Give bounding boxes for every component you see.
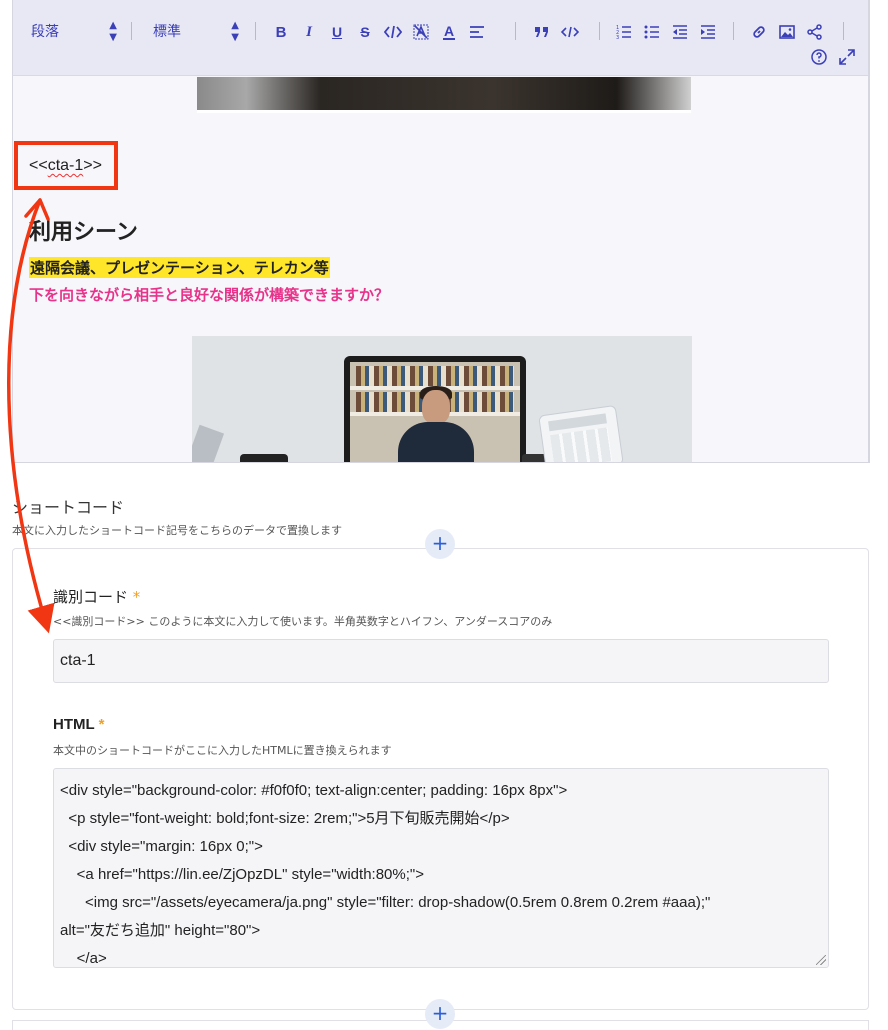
id-code-label-text: 識別コード: [53, 588, 129, 606]
ordered-list-icon[interactable]: 123: [613, 20, 635, 44]
font-size-value: 標準: [153, 24, 181, 40]
block-format-value: 段落: [31, 24, 59, 40]
font-color-glyph: A: [443, 23, 455, 39]
shortcode-placeholder: <<cta-1>>: [29, 157, 102, 175]
html-help: 本文中のショートコードがここに入力したHTMLに置き換えられます: [53, 744, 392, 757]
italic-icon[interactable]: I: [298, 20, 320, 44]
strikethrough-icon[interactable]: S: [354, 20, 376, 44]
editor-toolbar: 段落 ▲ ▼ 標準 ▲ ▼ B I U S A 1 2 3: [13, 0, 868, 76]
add-shortcode-button-bottom[interactable]: +: [425, 999, 455, 1029]
toolbar-divider: [255, 22, 256, 40]
clear-format-icon[interactable]: [410, 20, 432, 44]
cta-code: cta-1: [47, 157, 84, 174]
html-line: <a href="https://lin.ee/ZjOpzDL" style="…: [60, 866, 424, 883]
font-color-bar: [443, 38, 455, 40]
code-inline-icon[interactable]: [382, 20, 404, 44]
image-icon[interactable]: [776, 20, 798, 44]
select-arrows-icon: ▲ ▼: [231, 20, 239, 43]
toolbar-divider: [733, 22, 734, 40]
image-person-head: [422, 390, 450, 424]
quote-icon[interactable]: [531, 20, 553, 44]
html-line: <div style="background-color: #f0f0f0; t…: [60, 782, 568, 799]
rich-text-editor[interactable]: 段落 ▲ ▼ 標準 ▲ ▼ B I U S A 1 2 3 <<cta-1>> …: [12, 0, 869, 463]
align-icon[interactable]: [466, 20, 488, 44]
fullscreen-icon[interactable]: [836, 45, 858, 69]
id-code-label: 識別コード *: [53, 586, 140, 607]
image-phone: [192, 424, 225, 462]
editor-border: [869, 0, 870, 463]
scene-question-text: 下を向きながら相手と良好な関係が構築できますか？: [29, 286, 390, 304]
underline-icon[interactable]: U: [326, 20, 348, 44]
image-calculator: [538, 404, 624, 462]
outdent-icon[interactable]: [669, 20, 691, 44]
content-image-top: [197, 77, 691, 113]
toolbar-divider: [131, 22, 132, 40]
image-laptop: [344, 356, 526, 462]
html-textarea[interactable]: <div style="background-color: #f0f0f0; t…: [53, 768, 829, 968]
html-label: HTML *: [53, 716, 104, 733]
shortcode-section-description: 本文に入力したショートコード記号をこちらのデータで置換します: [12, 524, 342, 537]
bullet-list-icon[interactable]: [641, 20, 663, 44]
indent-icon[interactable]: [697, 20, 719, 44]
font-size-select[interactable]: 標準 ▲ ▼: [153, 20, 239, 44]
image-laptop-screen: [350, 362, 520, 462]
toolbar-divider: [843, 22, 844, 40]
id-code-input[interactable]: cta-1: [53, 639, 829, 683]
id-code-help: <<識別コード>> このように本文に入力して使います。半角英数字とハイフン、アン…: [53, 615, 553, 628]
block-format-select[interactable]: 段落 ▲ ▼: [31, 20, 117, 44]
cta-prefix: <<: [29, 157, 48, 174]
editor-content[interactable]: <<cta-1>> 利用シーン 遠隔会議、プレゼンテーション、テレカン等 下を向…: [13, 77, 868, 462]
help-icon[interactable]: [808, 45, 830, 69]
select-arrows-icon: ▲ ▼: [109, 20, 117, 43]
image-calculator-keys: [550, 427, 613, 462]
share-icon[interactable]: [804, 20, 826, 44]
required-mark: *: [132, 588, 141, 606]
font-color-icon[interactable]: A: [438, 20, 460, 44]
image-books: [356, 366, 514, 386]
image-object: [240, 454, 288, 462]
html-line: <img src="/assets/eyecamera/ja.png" styl…: [60, 894, 711, 911]
svg-text:3: 3: [616, 35, 619, 39]
shortcode-section-title: ショートコード: [12, 498, 125, 517]
code-block-icon[interactable]: [559, 20, 581, 44]
shortcode-card: 識別コード * <<識別コード>> このように本文に入力して使います。半角英数字…: [12, 548, 869, 1010]
video-conference-image: [192, 336, 692, 462]
html-line: <div style="margin: 16px 0;">: [60, 838, 263, 855]
cta-suffix: >>: [83, 157, 102, 174]
required-mark: *: [98, 716, 105, 733]
toolbar-divider: [599, 22, 600, 40]
resize-handle-icon[interactable]: [816, 955, 826, 965]
html-line: </a>: [60, 950, 107, 967]
add-shortcode-button[interactable]: +: [425, 529, 455, 559]
bold-icon[interactable]: B: [270, 20, 292, 44]
html-line: <p style="font-weight: bold;font-size: 2…: [60, 810, 510, 827]
link-icon[interactable]: [748, 20, 770, 44]
scene-highlight-text: 遠隔会議、プレゼンテーション、テレカン等: [29, 257, 330, 278]
image-person-body: [398, 422, 474, 462]
html-line: alt="友だち追加" height="80">: [60, 922, 261, 939]
scene-heading: 利用シーン: [29, 220, 138, 245]
toolbar-divider: [515, 22, 516, 40]
html-label-text: HTML: [53, 716, 95, 733]
